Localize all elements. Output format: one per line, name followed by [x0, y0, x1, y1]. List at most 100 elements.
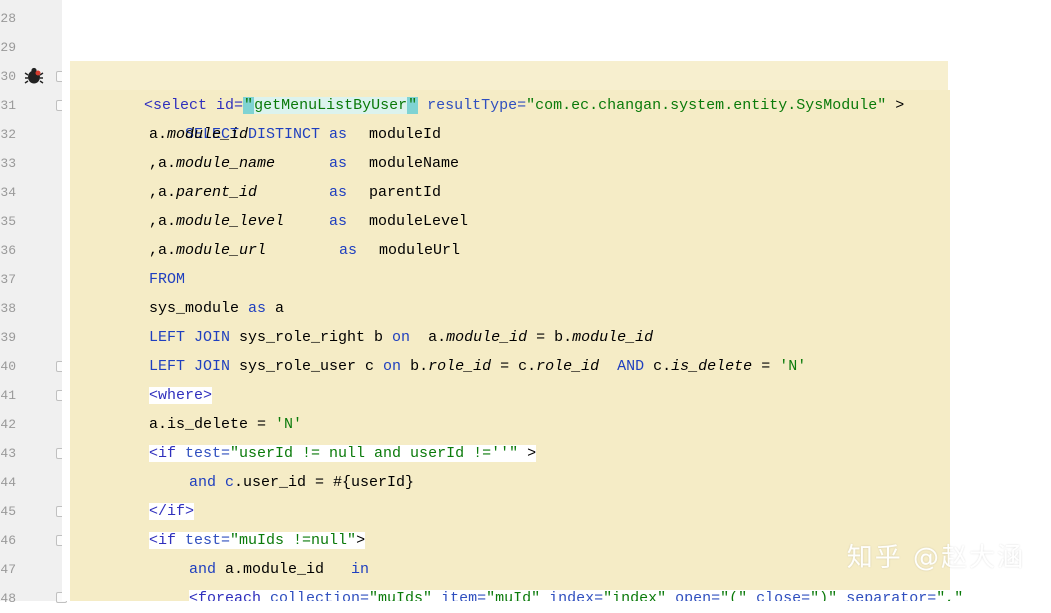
code-line-37: FROM — [149, 265, 185, 294]
prefix: a. — [149, 126, 168, 143]
prefix: ,a. — [149, 213, 177, 230]
column: module_name — [176, 155, 276, 172]
sql-keyword: and — [189, 561, 217, 578]
table-name: sys_role_user c — [230, 358, 384, 375]
line-number: 46 — [0, 533, 16, 548]
sql-keyword: as — [329, 155, 348, 172]
attr-value: "muIds !=null" — [230, 532, 357, 549]
xml-tag: <if — [149, 532, 186, 549]
column: module_id — [572, 329, 654, 346]
watermark: 知乎 @赵大涵 — [846, 543, 1025, 573]
attr-name: item= — [432, 590, 487, 601]
table-name: sys_role_right b — [230, 329, 393, 346]
attr-name: test= — [185, 532, 231, 549]
attr-name: resultType= — [427, 97, 527, 114]
code-line-41: <where> — [149, 381, 213, 410]
attr-name: test= — [185, 445, 231, 462]
alias: moduleLevel — [369, 213, 469, 230]
column: role_id — [536, 358, 600, 375]
sql-keyword: in — [351, 561, 370, 578]
alias: moduleUrl — [379, 242, 461, 259]
code-line-46: <if test="muIds !=null"> — [149, 526, 366, 555]
code-line-33-as: as — [329, 149, 347, 178]
column: parent_id — [176, 184, 258, 201]
attr-name: index= — [540, 590, 604, 601]
attr-name: separator= — [837, 590, 937, 601]
line-number: 36 — [0, 243, 16, 258]
line-number: 33 — [0, 156, 16, 171]
line-number: 47 — [0, 562, 16, 577]
column: role_id — [428, 358, 492, 375]
sql-keyword: FROM — [149, 271, 186, 288]
line-number-gutter: 28 29 30 31 32 33 34 35 36 37 38 39 40 4… — [0, 0, 67, 606]
line-number: 42 — [0, 417, 16, 432]
code-line-34-alias: parentId — [369, 178, 441, 207]
tag-close: > — [518, 445, 537, 462]
code-line-33-alias: moduleName — [369, 149, 459, 178]
column: module_url — [176, 242, 267, 259]
sql-keyword: as — [329, 126, 348, 143]
line-number: 32 — [0, 127, 16, 142]
table-name: sys_module — [149, 300, 249, 317]
code-line-39: LEFT JOIN sys_role_right b on a.module_i… — [149, 323, 653, 352]
text: = — [752, 358, 780, 375]
code-line-32-alias: moduleId — [369, 120, 441, 149]
code-line-47: and a.module_id in — [189, 555, 369, 584]
text: a. — [410, 329, 447, 346]
alias: moduleName — [369, 155, 460, 172]
sql-keyword: on — [392, 329, 411, 346]
attr-name: open= — [666, 590, 721, 601]
prefix: ,a. — [149, 242, 177, 259]
attr-name: collection= — [270, 590, 370, 601]
sql-keyword: as — [329, 213, 348, 230]
attr-value: "muId" — [486, 590, 541, 601]
attr-value: "userId != null and userId !=''" — [230, 445, 519, 462]
line-number: 45 — [0, 504, 16, 519]
sql-keyword: as — [248, 300, 267, 317]
line-number: 44 — [0, 475, 16, 490]
xml-tag: <if — [149, 445, 186, 462]
attr-value: "(" — [720, 590, 748, 601]
tag-close: > — [886, 97, 905, 114]
code-line-38: sys_module as a — [149, 294, 284, 323]
line-number: 28 — [0, 11, 16, 26]
code-editor[interactable]: <select id="getMenuListByUser" resultTyp… — [62, 0, 1051, 601]
code-line-40: LEFT JOIN sys_role_user c on b.role_id =… — [149, 352, 806, 381]
debug-bug-icon[interactable] — [24, 66, 44, 86]
text: = c. — [491, 358, 537, 375]
code-line-30: <select id="getMenuListByUser" resultTyp… — [108, 62, 904, 114]
column: module_id — [167, 126, 249, 143]
text: c. — [644, 358, 672, 375]
line-number: 41 — [0, 388, 16, 403]
column: module_id — [446, 329, 528, 346]
attr-value: "," — [936, 590, 964, 601]
code-line-42: a.is_delete = 'N' — [149, 410, 302, 439]
sql-keyword: LEFT JOIN — [149, 329, 231, 346]
code-line-36-as: as — [339, 236, 357, 265]
sql-keyword: AND — [617, 358, 645, 375]
code-line-34: ,a.parent_id — [149, 178, 257, 207]
xml-tag: <where> — [149, 387, 213, 404]
column: module_level — [176, 213, 285, 230]
code-line-34-as: as — [329, 178, 347, 207]
quote: " — [407, 97, 419, 114]
code-line-36-alias: moduleUrl — [379, 236, 460, 265]
attr-name: close= — [747, 590, 811, 601]
text: a.module_id — [216, 561, 352, 578]
xml-tag: </if> — [149, 503, 195, 520]
line-number: 40 — [0, 359, 16, 374]
line-number: 30 — [0, 69, 16, 84]
code-line-45: </if> — [149, 497, 195, 526]
line-number: 39 — [0, 330, 16, 345]
sql-keyword: on — [383, 358, 402, 375]
code-line-35-alias: moduleLevel — [369, 207, 468, 236]
line-number: 43 — [0, 446, 16, 461]
attr-value: "muIds" — [369, 590, 433, 601]
alias: a — [266, 300, 285, 317]
code-line-35: ,a.module_level — [149, 207, 284, 236]
code-line-48: <foreach collection="muIds" item="muId" … — [189, 584, 964, 601]
tag-close: > — [356, 532, 366, 549]
text: b. — [401, 358, 429, 375]
code-line-32: a.module_id — [149, 120, 248, 149]
line-number: 34 — [0, 185, 16, 200]
